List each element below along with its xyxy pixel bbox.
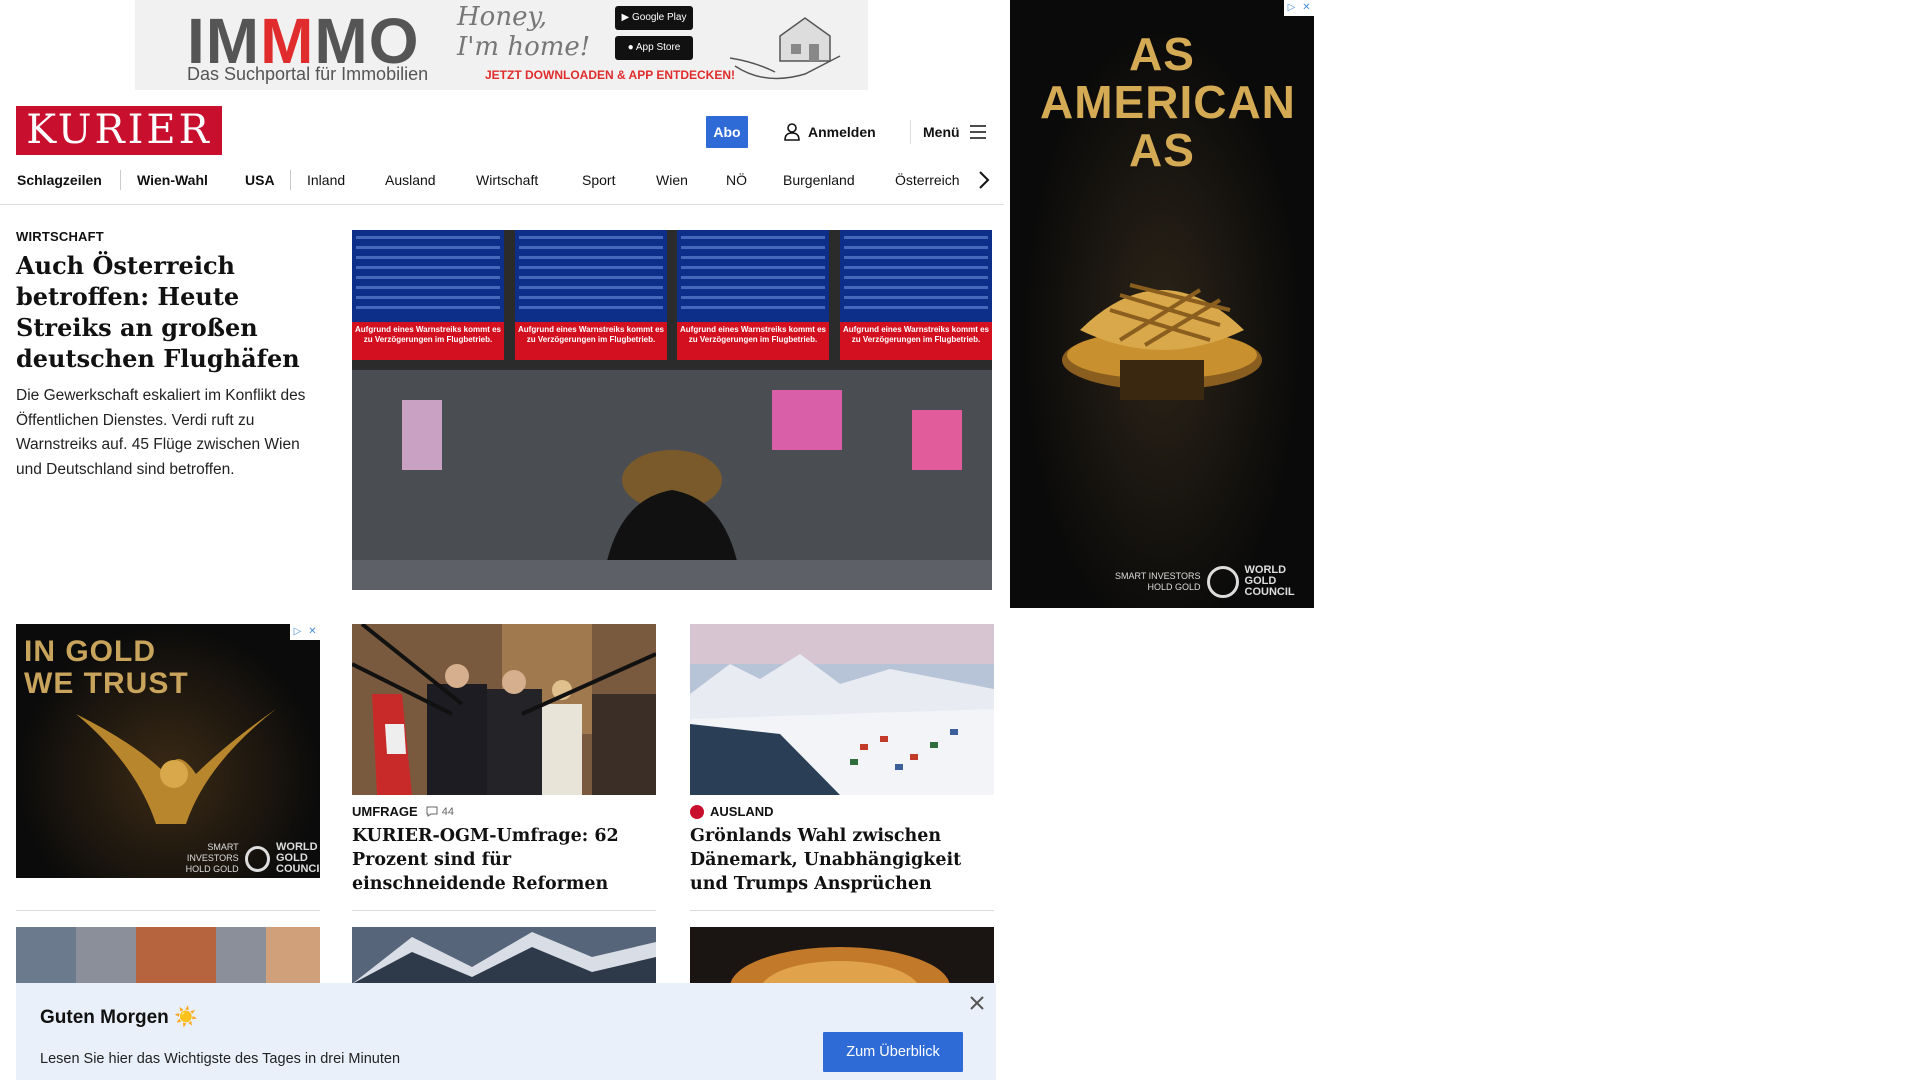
ad-choices[interactable]: ▷ ✕: [1284, 0, 1314, 16]
house-in-hand-icon: [729, 17, 841, 80]
ad-choices[interactable]: ▷ ✕: [290, 624, 320, 640]
airport-departure-board-image: [352, 230, 992, 590]
hamburger-icon: [969, 125, 986, 139]
board-notice: Aufgrund eines Warnstreiks kommt es zu V…: [843, 325, 989, 344]
card-image[interactable]: [690, 624, 994, 795]
ad-cta: JETZT DOWNLOADEN & APP ENTDECKEN!: [485, 68, 736, 82]
adchoices-icon: ▷: [293, 626, 302, 637]
street-image: [16, 927, 320, 984]
sponsor-line1: SMART INVESTORS: [186, 842, 239, 863]
login-button[interactable]: Anmelden: [784, 120, 876, 144]
close-icon: ✕: [308, 626, 317, 637]
card-kicker-label: UMFRAGE: [352, 804, 418, 819]
kurier-logo[interactable]: KURIER: [16, 106, 222, 155]
council-name: WORLD GOLD COUNCIL: [1244, 564, 1295, 598]
ad-tagline: Das Suchportal für Immobilien: [187, 64, 429, 84]
comment-count-value: 44: [441, 805, 454, 818]
card-divider: [16, 910, 320, 911]
nav-item-wien-wahl[interactable]: Wien-Wahl: [137, 168, 208, 192]
greenland-town-image: [690, 624, 994, 795]
golden-eagle-image: [76, 709, 276, 824]
wgc-ring-icon: [244, 845, 270, 872]
mountain-image: [352, 927, 656, 984]
abo-button[interactable]: Abo: [706, 116, 748, 148]
google-play-label: Google Play: [631, 12, 687, 23]
banner-title: Guten Morgen ☀️: [40, 1007, 198, 1028]
food-image: [690, 927, 994, 984]
board-notice: Aufgrund eines Warnstreiks kommt es zu V…: [355, 325, 501, 344]
app-store-label: App Store: [635, 42, 681, 53]
kurier-plus-icon: [690, 804, 704, 819]
gold-ad-skyscraper[interactable]: AS AMERICAN AS SMART INVESTORS HOLD GOLD …: [1010, 0, 1314, 608]
adchoices-icon: ▷: [1287, 2, 1296, 13]
board-notice: Aufgrund eines Warnstreiks kommt es zu V…: [680, 325, 826, 344]
nav-item-wien[interactable]: Wien: [656, 168, 688, 192]
nav-divider: [290, 170, 291, 190]
lead-teaser: Die Gewerkschaft eskaliert im Konflikt d…: [16, 387, 306, 478]
card-headline[interactable]: Grönlands Wahl zwischen Dänemark, Unabhä…: [690, 824, 994, 896]
close-icon: ✕: [1302, 2, 1311, 13]
ad-script-text: Honey, I'm home!: [457, 2, 591, 62]
banner-text: Lesen Sie hier das Wichtigste des Tages …: [40, 1051, 401, 1067]
overview-button[interactable]: Zum Überblick: [823, 1032, 963, 1072]
world-gold-council-logo: SMART INVESTORS HOLD GOLD WORLD GOLD COUN…: [1115, 565, 1295, 598]
card-image[interactable]: [690, 927, 994, 984]
gold-ad-small[interactable]: IN GOLD WE TRUST SMART INVESTORS HOLD GOL…: [16, 624, 320, 878]
google-play-badge[interactable]: ▶ Google Play: [615, 6, 693, 30]
section-nav: Schlagzeilen Wien-Wahl USA Inland Auslan…: [0, 168, 1004, 205]
card-divider: [352, 910, 656, 911]
nav-item-oesterreich[interactable]: Österreich: [895, 168, 960, 192]
nav-divider: [120, 170, 121, 190]
nav-item-schlagzeilen[interactable]: Schlagzeilen: [17, 168, 102, 192]
world-gold-council-logo: SMART INVESTORS HOLD GOLD WORLD GOLD COUN…: [156, 842, 320, 875]
play-icon: ▶: [621, 12, 632, 23]
skyscraper-headline: AS AMERICAN AS: [1040, 28, 1296, 176]
card-headline[interactable]: KURIER-OGM-Umfrage: 62 Prozent sind für …: [352, 824, 656, 896]
nav-item-noe[interactable]: NÖ: [726, 168, 747, 192]
top-banner-ad[interactable]: IMMMO Das Suchportal für Immobilien Hone…: [135, 0, 868, 90]
sponsor-line1: SMART INVESTORS: [1115, 570, 1201, 581]
lead-headline[interactable]: Auch Österreich betroffen: Heute Streiks…: [16, 250, 316, 374]
sponsor-line2: HOLD GOLD: [1147, 581, 1201, 592]
golden-pie-image: [1062, 283, 1262, 400]
wgc-ring-icon: [1206, 565, 1239, 598]
press-conference-image: [352, 624, 656, 795]
card-image[interactable]: [352, 927, 656, 984]
comment-count[interactable]: 44: [426, 806, 454, 818]
council-name: WORLD GOLD COUNCIL: [276, 841, 320, 875]
user-icon: [784, 123, 800, 141]
menu-button[interactable]: Menü: [910, 120, 986, 144]
card-kicker-label: AUSLAND: [710, 804, 774, 819]
nav-item-ausland[interactable]: Ausland: [385, 168, 436, 192]
login-label: Anmelden: [808, 124, 876, 140]
card-image[interactable]: [352, 624, 656, 795]
nav-item-wirtschaft[interactable]: Wirtschaft: [476, 168, 538, 192]
close-icon[interactable]: [967, 993, 987, 1013]
apple-icon: ●: [627, 42, 636, 53]
card-kicker[interactable]: AUSLAND: [690, 804, 774, 819]
comment-icon: [426, 806, 438, 817]
gold-ad-headline: IN GOLD WE TRUST: [24, 635, 189, 700]
card-divider: [690, 910, 994, 911]
chevron-right-icon[interactable]: [974, 168, 994, 192]
card-image[interactable]: [16, 927, 320, 984]
sponsor-line2: HOLD GOLD: [185, 864, 239, 874]
card-kicker[interactable]: UMFRAGE 44: [352, 804, 454, 819]
lead-kicker[interactable]: WIRTSCHAFT: [16, 229, 104, 244]
nav-item-burgenland[interactable]: Burgenland: [783, 168, 855, 192]
nav-item-sport[interactable]: Sport: [582, 168, 615, 192]
menu-label: Menü: [923, 124, 960, 140]
app-store-badge[interactable]: ● App Store: [615, 36, 693, 60]
nav-item-usa[interactable]: USA: [245, 168, 275, 192]
board-notice: Aufgrund eines Warnstreiks kommt es zu V…: [518, 325, 664, 344]
nav-item-inland[interactable]: Inland: [307, 168, 345, 192]
lead-image[interactable]: Aufgrund eines Warnstreiks kommt es zu V…: [352, 230, 992, 590]
